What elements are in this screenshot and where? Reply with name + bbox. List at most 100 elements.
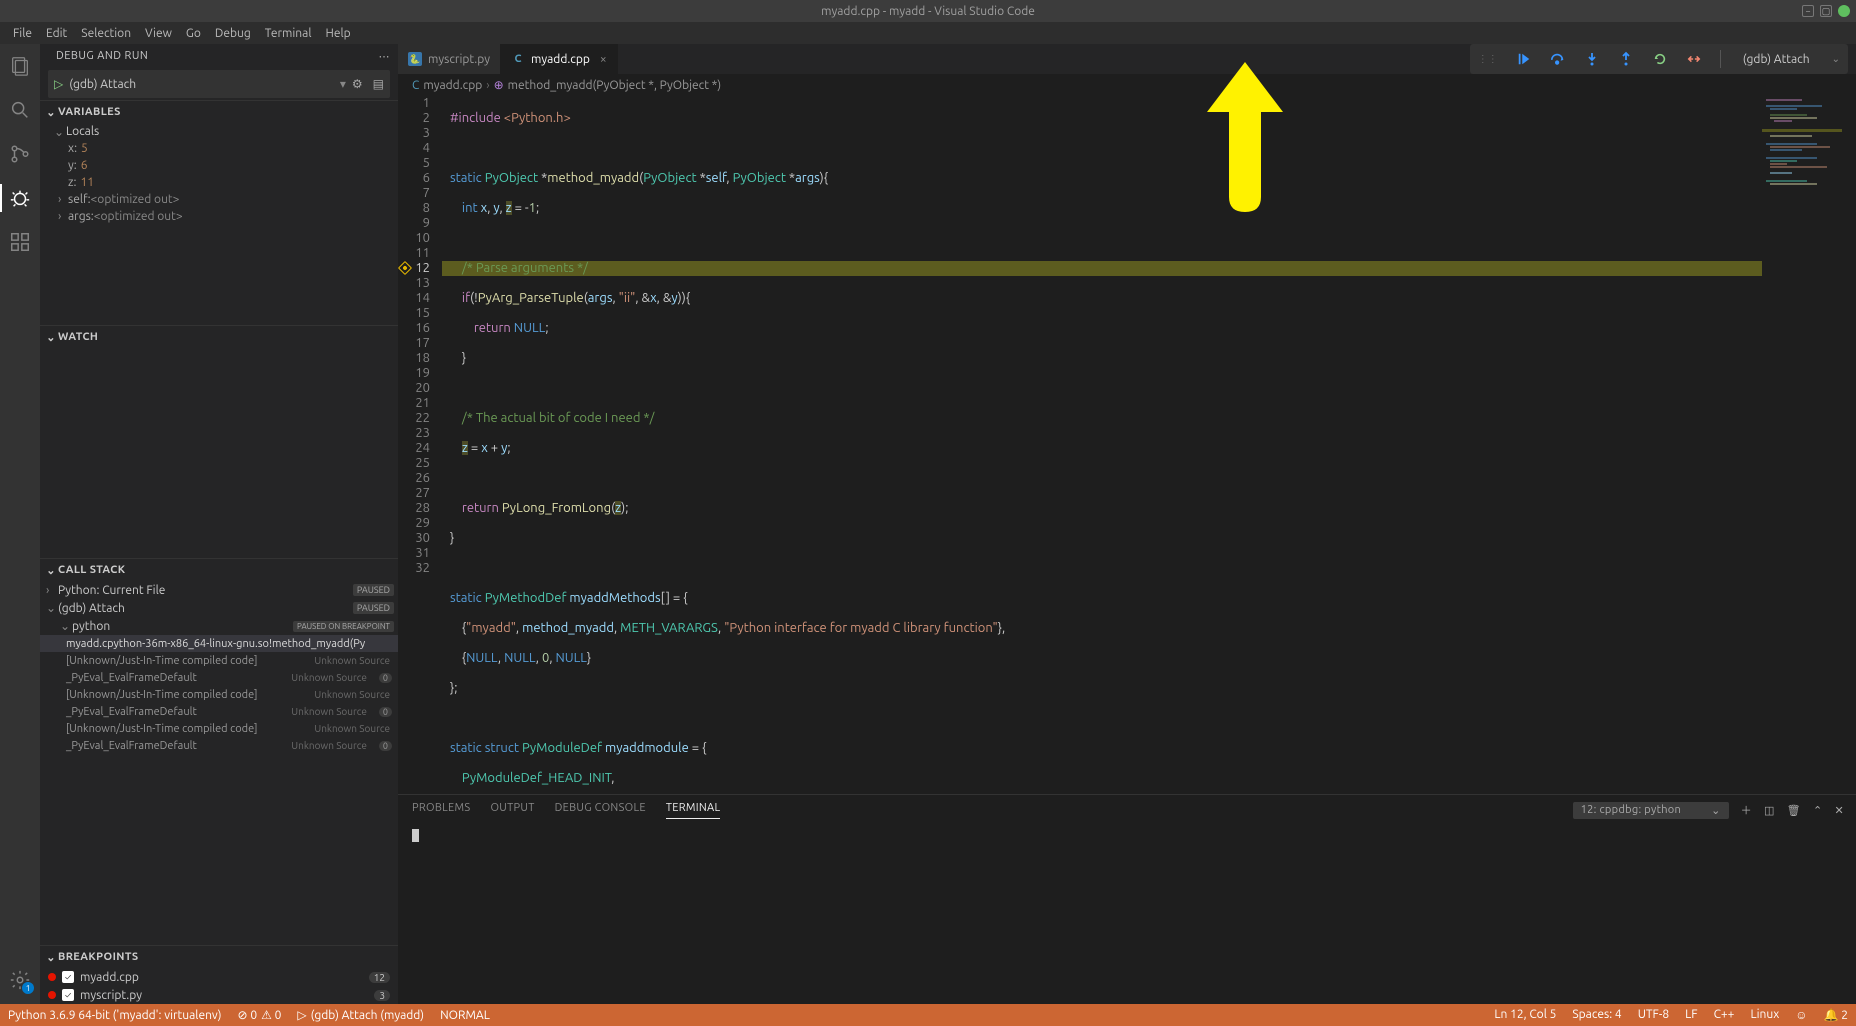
debug-console-icon[interactable]: ▤ [373,77,384,91]
play-icon[interactable]: ▷ [54,77,63,91]
status-bar: Python 3.6.9 64-bit ('myadd': virtualenv… [0,1004,1856,1026]
watch-header[interactable]: ⌄WATCH [40,326,398,348]
tab-myadd[interactable]: Cmyadd.cpp× [501,44,618,74]
status-vim-mode: NORMAL [432,1004,498,1026]
panel-tab-problems[interactable]: PROBLEMS [412,802,470,818]
var-x[interactable]: x:5 [40,140,398,157]
callstack-session-python[interactable]: ›Python: Current FilePAUSED [40,581,398,599]
config-gear-icon[interactable]: ⚙ [352,77,363,91]
extensions-icon[interactable] [8,230,32,254]
debug-config-selector[interactable]: ▷ (gdb) Attach ▾ ⚙▤ [48,70,390,98]
sidebar-more-icon[interactable]: ⋯ [379,50,391,63]
window-maximize-icon[interactable]: ▢ [1820,5,1832,17]
stack-frame[interactable]: _PyEval_EvalFrameDefaultUnknown Source0 [40,669,398,686]
code-editor[interactable]: 1234567891011121314151617181920212223242… [398,96,1856,794]
window-close-icon[interactable] [1838,5,1850,17]
panel-tab-output[interactable]: OUTPUT [490,802,534,818]
status-notifications[interactable]: 🔔 2 [1816,1008,1856,1022]
minimap[interactable] [1762,96,1842,794]
settings-gear-icon[interactable]: 1 [8,968,32,992]
window-title: myadd.cpp - myadd - Visual Studio Code [821,5,1035,18]
debug-sidebar: DEBUG AND RUN⋯ ▷ (gdb) Attach ▾ ⚙▤ ⌄VARI… [40,44,398,1004]
disconnect-icon[interactable] [1686,51,1702,67]
panel-tab-terminal[interactable]: TERMINAL [666,802,721,819]
stack-frame[interactable]: myadd.cpython-36m-x86_64-linux-gnu.so!me… [40,635,398,652]
debug-icon[interactable] [8,186,32,210]
stack-frame[interactable]: _PyEval_EvalFrameDefaultUnknown Source0 [40,703,398,720]
terminal-selector[interactable]: 12: cppdbg: python⌄ [1573,802,1729,819]
status-debug[interactable]: ▷ (gdb) Attach (myadd) [289,1004,432,1026]
status-encoding[interactable]: UTF-8 [1630,1008,1677,1021]
toolbar-config-label[interactable]: (gdb) Attach [1739,53,1814,66]
chevron-down-icon[interactable]: ⌄ [1832,53,1840,65]
python-file-icon: 🐍 [408,52,422,66]
editor-area: ⋮⋮ (gdb) Attach ⌄ 🐍myscript.py Cmyadd.cp… [398,44,1856,1004]
panel-tab-debugconsole[interactable]: DEBUG CONSOLE [555,802,646,818]
maximize-panel-icon[interactable]: ⌃ [1813,804,1823,817]
step-out-icon[interactable] [1618,51,1634,67]
terminal-body[interactable] [398,825,1856,1004]
stack-frame[interactable]: [Unknown/Just-In-Time compiled code]Unkn… [40,652,398,669]
debug-config-label: (gdb) Attach [69,78,334,91]
menu-go[interactable]: Go [179,27,208,40]
status-feedback[interactable]: ☺ [1787,1008,1815,1022]
split-terminal-icon[interactable]: ◫ [1764,804,1775,817]
restart-icon[interactable] [1652,51,1668,67]
step-into-icon[interactable] [1584,51,1600,67]
callstack-header[interactable]: ⌄CALL STACK [40,559,398,581]
var-z[interactable]: z:11 [40,174,398,191]
menu-selection[interactable]: Selection [74,27,138,40]
callstack-session-gdb[interactable]: ⌄(gdb) AttachPAUSED [40,599,398,617]
toolbar-grip-icon[interactable]: ⋮⋮ [1478,53,1498,65]
status-cursor[interactable]: Ln 12, Col 5 [1486,1008,1564,1021]
window-minimize-icon[interactable]: − [1802,5,1814,17]
status-python[interactable]: Python 3.6.9 64-bit ('myadd': virtualenv… [0,1004,230,1026]
var-args[interactable]: ›args: <optimized out> [40,208,398,225]
callstack-thread[interactable]: ⌄pythonPAUSED ON BREAKPOINT [40,617,398,635]
breakpoint-checkbox[interactable]: ✓ [62,989,74,1001]
status-errors[interactable]: ⊘ 0 ⚠ 0 [230,1004,290,1026]
step-over-icon[interactable] [1550,51,1566,67]
breadcrumb[interactable]: C myadd.cpp › ⊕ method_myadd(PyObject *,… [398,74,1856,96]
continue-icon[interactable] [1516,51,1532,67]
menu-help[interactable]: Help [318,27,357,40]
stack-frame[interactable]: [Unknown/Just-In-Time compiled code]Unkn… [40,720,398,737]
scm-icon[interactable] [8,142,32,166]
menu-edit[interactable]: Edit [39,27,74,40]
menu-terminal[interactable]: Terminal [258,27,319,40]
kill-terminal-icon[interactable]: 🗑 [1787,804,1801,817]
cpp-file-icon: C [511,52,525,66]
locals-group[interactable]: ⌄Locals [40,123,398,140]
explorer-icon[interactable] [8,54,32,78]
search-icon[interactable] [8,98,32,122]
terminal-cursor [412,829,419,842]
breakpoint-item[interactable]: ✓myscript.py3 [40,986,398,1004]
menu-debug[interactable]: Debug [208,27,258,40]
bottom-panel: PROBLEMS OUTPUT DEBUG CONSOLE TERMINAL 1… [398,794,1856,1004]
method-icon: ⊕ [494,78,504,92]
title-bar: myadd.cpp - myadd - Visual Studio Code −… [0,0,1856,22]
menu-view[interactable]: View [138,27,179,40]
breakpoints-header[interactable]: ⌄BREAKPOINTS [40,946,398,968]
new-terminal-icon[interactable]: ＋ [1741,802,1752,818]
tab-myscript[interactable]: 🐍myscript.py [398,44,501,74]
status-lang[interactable]: C++ [1706,1008,1743,1021]
cpp-file-icon: C [412,79,419,92]
var-y[interactable]: y:6 [40,157,398,174]
stack-frame[interactable]: [Unknown/Just-In-Time compiled code]Unkn… [40,686,398,703]
variables-header[interactable]: ⌄VARIABLES [40,101,398,123]
breakpoint-checkbox[interactable]: ✓ [62,971,74,983]
close-panel-icon[interactable]: ✕ [1834,804,1844,817]
menu-bar: File Edit Selection View Go Debug Termin… [0,22,1856,44]
stack-frame[interactable]: _PyEval_EvalFrameDefaultUnknown Source0 [40,737,398,754]
debug-toolbar[interactable]: ⋮⋮ (gdb) Attach ⌄ [1470,44,1848,74]
line-gutter[interactable]: 1234567891011121314151617181920212223242… [398,96,442,794]
status-spaces[interactable]: Spaces: 4 [1564,1008,1629,1021]
status-os[interactable]: Linux [1742,1008,1787,1021]
menu-file[interactable]: File [6,27,39,40]
breakpoint-item[interactable]: ✓myadd.cpp12 [40,968,398,986]
var-self[interactable]: ›self: <optimized out> [40,191,398,208]
status-eol[interactable]: LF [1677,1008,1705,1021]
code-content[interactable]: #include <Python.h> static PyObject *met… [442,96,1856,794]
close-tab-icon[interactable]: × [600,53,607,66]
